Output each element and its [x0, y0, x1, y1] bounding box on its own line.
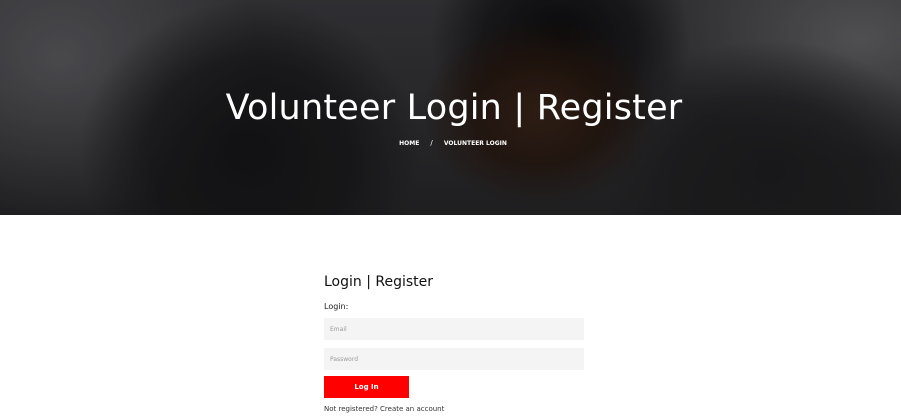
login-label: Login:: [324, 302, 349, 311]
breadcrumb: HOME / VOLUNTEER LOGIN: [0, 139, 901, 147]
breadcrumb-separator: /: [430, 139, 433, 147]
login-form: Login | Register Login: Log In Not regis…: [324, 272, 584, 413]
register-prompt: Not registered? Create an account: [324, 405, 584, 413]
create-account-link[interactable]: Create an account: [380, 405, 444, 413]
email-field[interactable]: [324, 318, 584, 340]
page-title: Volunteer Login | Register: [225, 88, 683, 128]
not-registered-text: Not registered?: [324, 405, 378, 413]
hero-banner: Volunteer Login | Register HOME / VOLUNT…: [0, 0, 901, 215]
breadcrumb-current: VOLUNTEER LOGIN: [443, 140, 507, 147]
form-heading: Login | Register: [324, 274, 434, 290]
breadcrumb-home-link[interactable]: HOME: [399, 140, 419, 147]
password-field[interactable]: [324, 348, 584, 370]
login-button[interactable]: Log In: [324, 376, 409, 398]
